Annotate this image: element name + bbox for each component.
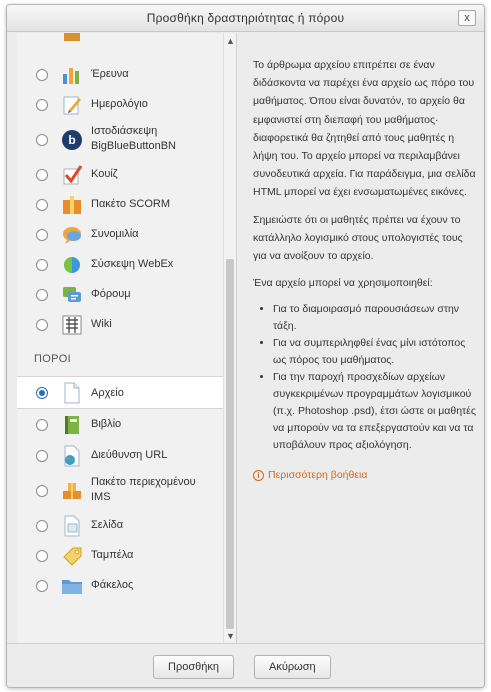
add-button[interactable]: Προσθήκη <box>153 655 234 679</box>
info-icon: i <box>253 470 264 482</box>
list-item-label: Πακέτο SCORM <box>91 198 171 210</box>
list-item-label: Αρχείο <box>91 387 124 399</box>
svg-text:b: b <box>68 133 75 147</box>
radio-journal[interactable] <box>36 99 48 111</box>
list-item-label: Ταμπέλα <box>91 549 134 561</box>
close-button[interactable]: x <box>458 10 476 26</box>
radio-label[interactable] <box>36 550 48 562</box>
list-item-webex[interactable]: Σύσκεψη WebEx <box>17 250 224 280</box>
list-item-file[interactable]: Αρχείο <box>17 376 224 409</box>
list-item-label: Συνομιλία <box>91 228 139 240</box>
list-item-label: Έρευνα <box>91 68 129 80</box>
list-item-label: Σελίδα <box>91 519 124 531</box>
radio-bigbluebutton[interactable] <box>36 134 48 146</box>
list-item: Για να συμπεριληφθεί ένας μίνι ιστότοπος… <box>273 335 477 369</box>
uses-list: Για το διαμοιρασμό παρουσιάσεων στην τάξ… <box>253 301 477 454</box>
list-item-survey[interactable]: Έρευνα <box>17 60 224 90</box>
list-item-page[interactable]: Σελίδα <box>17 511 224 541</box>
module-description: Το άρθρωμα αρχείου επιτρέπει σε έναν διδ… <box>253 56 477 485</box>
radio-forum[interactable] <box>36 289 48 301</box>
list-item-label: Ιστοδιάσκεψη BigBlueButtonBN <box>91 125 176 152</box>
scroll-thumb[interactable] <box>226 259 234 629</box>
cancel-button[interactable]: Ακύρωση <box>254 655 331 679</box>
list-item-folder[interactable]: Φάκελος <box>17 571 224 601</box>
quiz-icon <box>63 165 83 185</box>
radio-scorm[interactable] <box>36 199 48 211</box>
url-icon <box>64 445 80 467</box>
radio-survey[interactable] <box>36 69 48 81</box>
wiki-icon <box>62 315 82 335</box>
resources-heading: ΠΟΡΟΙ <box>34 353 71 365</box>
radio-file[interactable] <box>36 387 48 399</box>
list-item: Για την παροχή προσχεδίων αρχείων συγκεκ… <box>273 369 477 454</box>
list-item-label: Wiki <box>91 318 112 330</box>
list-item: Για το διαμοιρασμό παρουσιάσεων στην τάξ… <box>273 301 477 335</box>
description-paragraph: Σημειώστε ότι οι μαθητές πρέπει να έχουν… <box>253 213 463 263</box>
scroll-down-icon[interactable]: ▼ <box>224 630 236 643</box>
list-item-label: Διεύθυνση URL <box>91 449 168 461</box>
radio-page[interactable] <box>36 520 48 532</box>
radio-book[interactable] <box>36 419 48 431</box>
description-paragraph: Ένα αρχείο μπορεί να χρησιμοποιηθεί: <box>253 277 433 290</box>
list-item-journal[interactable]: Ημερολόγιο <box>17 90 224 120</box>
list-item-label: Βιβλίο <box>91 418 122 430</box>
list-item-forum[interactable]: Φόρουμ <box>17 280 224 310</box>
dialog-title: Προσθήκη δραστηριότητας ή πόρου <box>7 5 484 32</box>
radio-chat[interactable] <box>36 229 48 241</box>
more-help-link[interactable]: i Περισσότερη βοήθεια <box>253 466 477 484</box>
list-item-partial <box>17 33 224 47</box>
bigbluebutton-icon: b <box>62 130 82 150</box>
description-paragraph: Το άρθρωμα αρχείου επιτρέπει σε έναν διδ… <box>253 59 476 199</box>
list-item-quiz[interactable]: Κουίζ <box>17 160 224 190</box>
dialog-footer: Προσθήκη Ακύρωση <box>7 643 484 687</box>
radio-webex[interactable] <box>36 259 48 271</box>
partial-icon <box>64 33 80 41</box>
list-item-label-resource[interactable]: Ταμπέλα <box>17 541 224 571</box>
add-activity-dialog: Προσθήκη δραστηριότητας ή πόρου x Έρευνα <box>6 4 485 688</box>
list-item-label: Πακέτο περιεχομένου IMS <box>91 476 196 503</box>
module-list[interactable]: Έρευνα Ημερολόγιο b Ιστοδιάσκεψη BigBlue… <box>17 33 237 645</box>
journal-icon <box>63 96 81 115</box>
list-item-ims[interactable]: Πακέτο περιεχομένου IMS <box>17 471 224 511</box>
list-item-label: Κουίζ <box>91 168 118 180</box>
list-scrollbar[interactable]: ▲ ▼ <box>223 33 236 645</box>
list-item-label: Φάκελος <box>91 579 134 591</box>
forum-icon <box>63 287 81 302</box>
list-item-label: Φόρουμ <box>91 288 131 300</box>
list-item-chat[interactable]: Συνομιλία <box>17 220 224 250</box>
scroll-up-icon[interactable]: ▲ <box>224 35 236 48</box>
list-item-scorm[interactable]: Πακέτο SCORM <box>17 190 224 220</box>
list-item-wiki[interactable]: Wiki <box>17 310 224 340</box>
list-item-book[interactable]: Βιβλίο <box>17 410 224 441</box>
ims-icon <box>63 483 81 499</box>
folder-icon <box>62 580 82 594</box>
list-item-label: Σύσκεψη WebEx <box>91 258 174 270</box>
survey-icon <box>63 68 79 84</box>
label-icon <box>63 547 82 566</box>
radio-wiki[interactable] <box>36 319 48 331</box>
more-help-label: Περισσότερη βοήθεια <box>268 469 368 482</box>
list-item-bigbluebutton[interactable]: b Ιστοδιάσκεψη BigBlueButtonBN <box>17 120 224 160</box>
radio-url[interactable] <box>36 450 48 462</box>
chat-icon <box>63 227 81 244</box>
radio-ims[interactable] <box>36 485 48 497</box>
scorm-icon <box>63 196 81 214</box>
book-icon <box>65 416 79 434</box>
page-icon <box>64 515 80 537</box>
list-item-url[interactable]: Διεύθυνση URL <box>17 441 224 471</box>
file-icon <box>64 382 80 404</box>
list-item-label: Ημερολόγιο <box>91 98 148 110</box>
webex-icon <box>64 257 80 273</box>
radio-folder[interactable] <box>36 580 48 592</box>
radio-quiz[interactable] <box>36 169 48 181</box>
